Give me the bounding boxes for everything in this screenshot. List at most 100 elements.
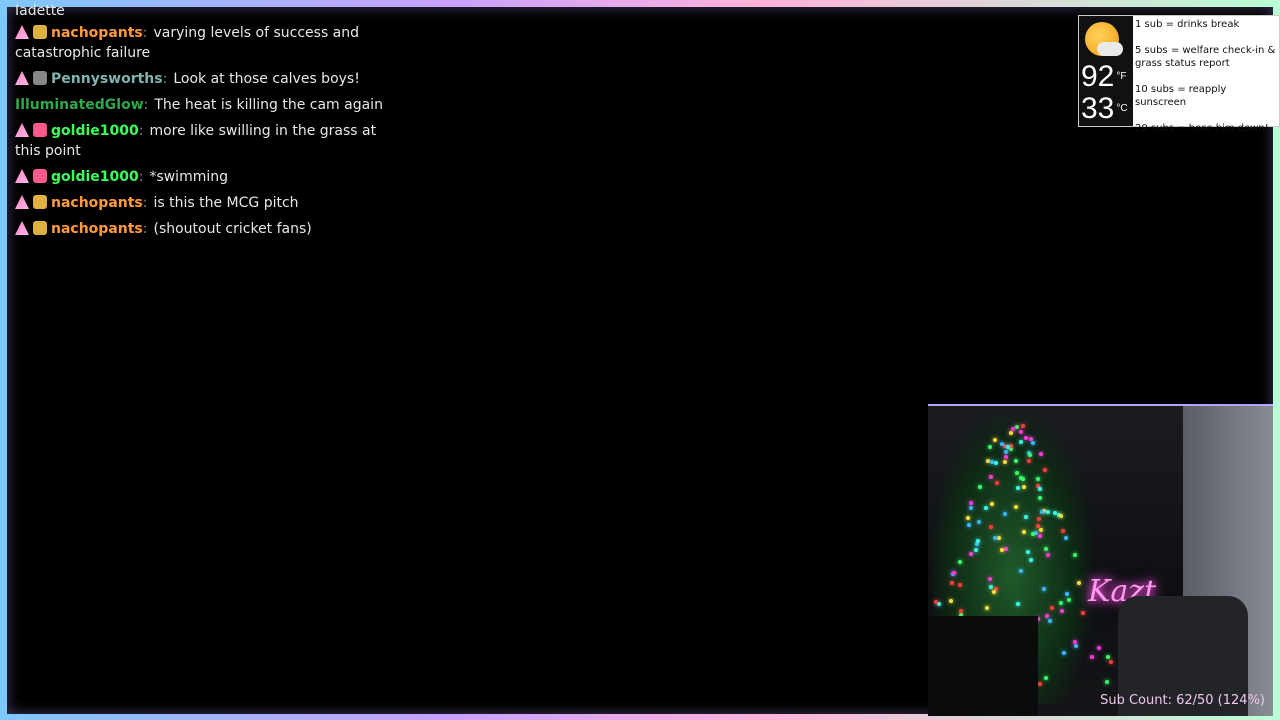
tree-light — [1062, 651, 1066, 655]
sub-badge-icon — [33, 123, 47, 137]
chat-username[interactable]: nachopants — [51, 25, 143, 41]
tree-light — [1046, 553, 1050, 557]
tree-light — [950, 581, 954, 585]
tree-light — [1039, 528, 1043, 532]
tree-light — [1064, 536, 1068, 540]
tree-light — [989, 525, 993, 529]
sub-count: Sub Count: 62/50 (124%) — [1100, 693, 1265, 708]
tree-light — [976, 539, 980, 543]
tree-light — [1003, 512, 1007, 516]
sub-badge-icon — [33, 221, 47, 235]
temp-celsius: 33 °C — [1081, 94, 1128, 124]
tree-light — [1042, 587, 1046, 591]
sub-badge-icon — [33, 25, 47, 39]
tree-light — [990, 460, 994, 464]
tree-light — [1038, 682, 1042, 686]
tree-light — [958, 583, 962, 587]
tree-light — [988, 445, 992, 449]
temp-c-unit: °C — [1116, 103, 1127, 114]
tree-light — [1024, 515, 1028, 519]
tree-light — [1090, 655, 1094, 659]
tree-light — [1039, 452, 1043, 456]
tree-light — [1036, 477, 1040, 481]
tree-light — [1016, 602, 1020, 606]
webcam-desk — [928, 616, 1038, 716]
chat-colon: : — [143, 25, 148, 41]
tree-light — [1046, 510, 1050, 514]
chat-username[interactable]: nachopants — [51, 195, 143, 211]
chat-message: IlluminatedGlow: The heat is killing the … — [15, 95, 395, 115]
tree-light — [1015, 425, 1019, 429]
tree-light — [1009, 431, 1013, 435]
chat-username[interactable]: Pennysworths — [51, 71, 163, 87]
tree-light — [994, 461, 998, 465]
tree-light — [1022, 485, 1026, 489]
tree-light — [1044, 676, 1048, 680]
tree-light — [1061, 529, 1065, 533]
tree-light — [1028, 453, 1032, 457]
tree-light — [1006, 445, 1010, 449]
tree-light — [1038, 534, 1042, 538]
sub-goal-5: 5 subs = welfare check-in & grass status… — [1135, 44, 1277, 70]
tree-light — [967, 523, 971, 527]
tree-light — [966, 516, 970, 520]
sub-goals-list: 1 sub = drinks break 5 subs = welfare ch… — [1135, 18, 1277, 148]
tree-light — [988, 577, 992, 581]
tree-light — [977, 520, 981, 524]
tree-light — [1060, 609, 1064, 613]
tree-light — [1038, 487, 1042, 491]
tree-light — [1031, 532, 1035, 536]
chat-username[interactable]: goldie1000 — [51, 123, 139, 139]
tree-light — [1003, 460, 1007, 464]
webcam-feed: Kazt Sub Count: 62/50 (124%) — [928, 404, 1273, 716]
tree-light — [1004, 547, 1008, 551]
tree-light — [1044, 547, 1048, 551]
tree-light — [1004, 455, 1008, 459]
tree-light — [1019, 440, 1023, 444]
tree-light — [978, 485, 982, 489]
chat-colon: : — [144, 97, 149, 113]
weather-widget: 92 °F 33 °C 1 sub = drinks break 5 subs = … — [1078, 15, 1280, 127]
tree-light — [1045, 614, 1049, 618]
tree-light — [1000, 548, 1004, 552]
chat-colon: : — [163, 71, 168, 87]
tree-light — [1027, 459, 1031, 463]
tree-light — [1105, 680, 1109, 684]
weather-panel: 92 °F 33 °C — [1079, 16, 1133, 126]
tree-light — [1048, 619, 1052, 623]
temp-c-value: 33 — [1081, 92, 1114, 125]
tree-light — [1097, 646, 1101, 650]
tree-light — [969, 501, 973, 505]
tree-light — [997, 536, 1001, 540]
tree-light — [1029, 437, 1033, 441]
tree-light — [952, 571, 956, 575]
tree-light — [1026, 550, 1030, 554]
chat-message: nachopants: (shoutout cricket fans) — [15, 219, 395, 239]
tree-light — [1011, 427, 1015, 431]
tree-light — [1040, 510, 1044, 514]
chat-text: The heat is killing the cam again — [154, 97, 383, 113]
tree-light — [969, 552, 973, 556]
chat-overlay: Jadette nachopants: varying levels of suc… — [15, 7, 395, 245]
chat-message: nachopants: is this the MCG pitch — [15, 193, 395, 213]
chat-username[interactable]: IlluminatedGlow — [15, 97, 144, 113]
chat-message: Pennysworths: Look at those calves boys! — [15, 69, 395, 89]
tree-light — [1031, 441, 1035, 445]
chat-text: *swimming — [149, 169, 228, 185]
tree-light — [985, 606, 989, 610]
tree-light — [1050, 606, 1054, 610]
tree-light — [1038, 496, 1042, 500]
tree-light — [1067, 598, 1071, 602]
chat-username[interactable]: nachopants — [51, 221, 143, 237]
tree-light — [992, 590, 996, 594]
chat-text: Look at those calves boys! — [173, 71, 360, 87]
chat-colon: : — [139, 123, 144, 139]
tree-light — [1043, 468, 1047, 472]
chat-message: nachopants: varying levels of success and… — [15, 23, 395, 63]
chat-username[interactable]: goldie1000 — [51, 169, 139, 185]
tree-light — [1015, 471, 1019, 475]
temp-fahrenheit: 92 °F — [1081, 62, 1126, 92]
tree-light — [1021, 424, 1025, 428]
tree-light — [1074, 644, 1078, 648]
sub-badge-icon — [33, 71, 47, 85]
